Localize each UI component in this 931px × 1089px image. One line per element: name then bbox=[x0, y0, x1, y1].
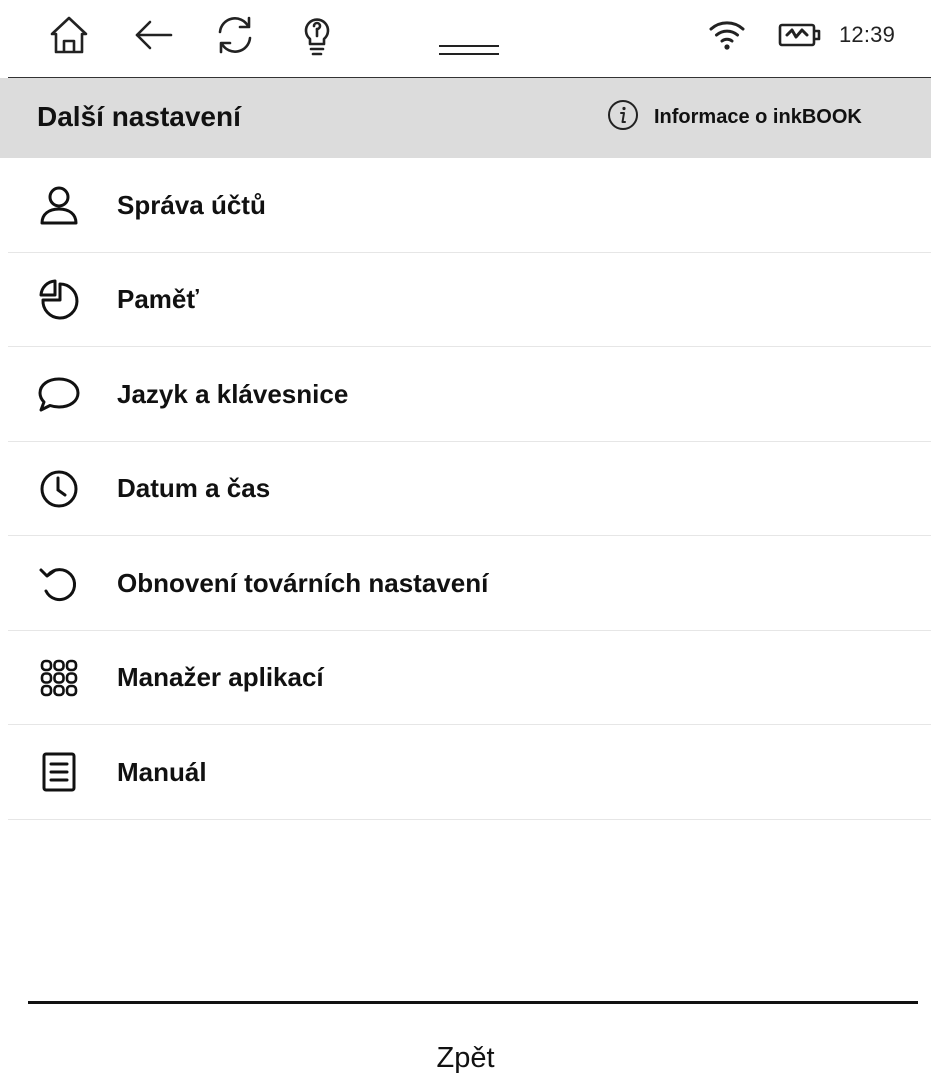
app-grid-icon bbox=[33, 652, 85, 704]
page-title: Další nastavení bbox=[37, 101, 241, 132]
settings-screen: 12:39 Další nastavení Informace o inkBOO… bbox=[0, 0, 931, 1089]
menu-item-label: Manuál bbox=[117, 756, 207, 787]
back-button-label: Zpět bbox=[436, 1041, 495, 1074]
settings-menu: Správa účtů Paměť Jazyk a klávesnice Dat… bbox=[0, 158, 931, 820]
menu-item-storage[interactable]: Paměť bbox=[0, 253, 931, 348]
info-icon bbox=[606, 98, 640, 137]
menu-item-accounts[interactable]: Správa účtů bbox=[0, 158, 931, 253]
menu-item-label: Obnovení továrních nastavení bbox=[117, 567, 489, 598]
drag-handle-icon[interactable] bbox=[439, 42, 499, 56]
reset-icon bbox=[33, 557, 85, 609]
menu-item-language-keyboard[interactable]: Jazyk a klávesnice bbox=[0, 347, 931, 442]
back-arrow-icon[interactable] bbox=[128, 10, 178, 60]
menu-item-factory-reset[interactable]: Obnovení továrních nastavení bbox=[0, 536, 931, 631]
device-info-button[interactable]: Informace o inkBOOK bbox=[606, 99, 862, 135]
settings-header: Další nastavení Informace o inkBOOK bbox=[0, 78, 931, 158]
menu-item-label: Správa účtů bbox=[117, 189, 266, 220]
refresh-icon[interactable] bbox=[210, 10, 260, 60]
menu-item-app-manager[interactable]: Manažer aplikací bbox=[0, 631, 931, 726]
back-button[interactable]: Zpět bbox=[0, 1005, 931, 1089]
menu-item-label: Paměť bbox=[117, 284, 199, 315]
lightbulb-icon[interactable] bbox=[292, 10, 342, 60]
status-bar: 12:39 bbox=[0, 0, 931, 78]
menu-item-label: Manažer aplikací bbox=[117, 662, 324, 693]
menu-item-manual[interactable]: Manuál bbox=[0, 725, 931, 820]
footer-divider bbox=[28, 1001, 918, 1004]
speech-bubble-icon bbox=[33, 368, 85, 420]
home-icon[interactable] bbox=[44, 10, 94, 60]
battery-charging-icon[interactable] bbox=[775, 10, 825, 60]
user-icon bbox=[33, 179, 85, 231]
document-icon bbox=[33, 746, 85, 798]
menu-item-label: Jazyk a klávesnice bbox=[117, 378, 349, 409]
wifi-icon[interactable] bbox=[702, 10, 752, 60]
device-info-label: Informace o inkBOOK bbox=[654, 105, 862, 128]
clock-time: 12:39 bbox=[839, 22, 896, 47]
clock-icon bbox=[33, 463, 85, 515]
menu-item-date-time[interactable]: Datum a čas bbox=[0, 442, 931, 537]
pie-chart-icon bbox=[33, 274, 85, 326]
menu-item-label: Datum a čas bbox=[117, 473, 271, 504]
